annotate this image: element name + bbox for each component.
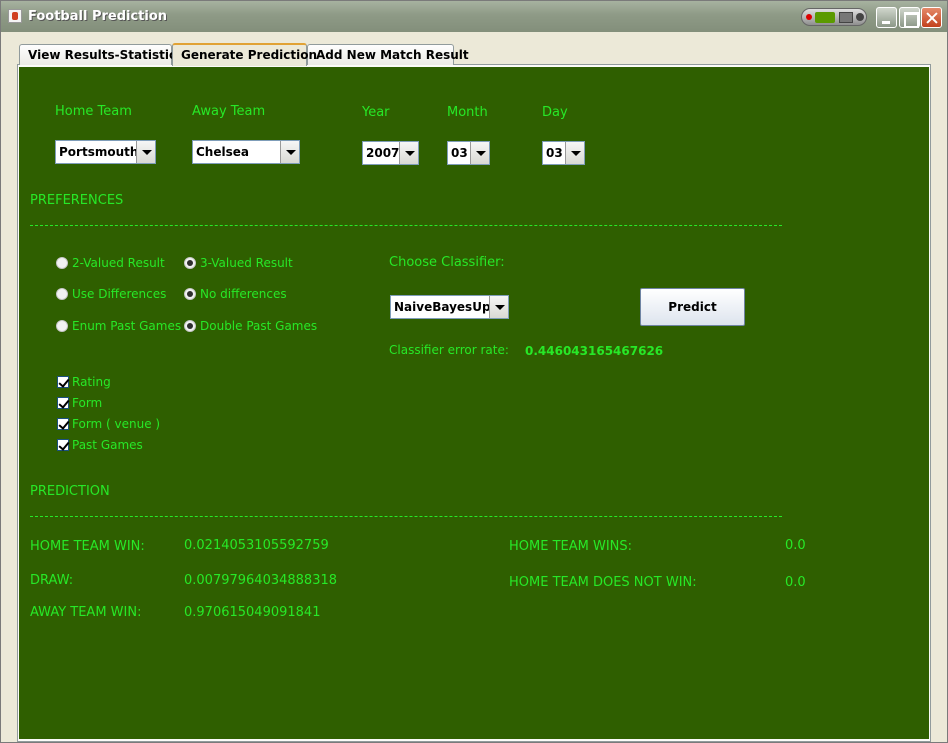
tab-add-match-result[interactable]: Add New Match Result [307,44,469,65]
tab-view-results[interactable]: View Results-Statistics [19,44,183,65]
classifier-value: NaiveBayesUp... [394,300,505,314]
choose-classifier-label: Choose Classifier: [389,255,505,270]
checkbox-past-games[interactable] [57,439,69,451]
chevron-down-icon[interactable] [399,142,418,164]
home-team-not-win-value: 0.0 [785,575,806,590]
radio-double-past-games-label[interactable]: Double Past Games [200,319,317,333]
month-select[interactable]: 03 [447,141,490,165]
app-window: Football Prediction View Results-Statist… [0,0,948,743]
home-team-label: Home Team [55,104,132,119]
radio-use-differences-label[interactable]: Use Differences [72,287,166,301]
checkbox-past-games-label[interactable]: Past Games [72,438,143,452]
end-knob-icon [856,13,864,21]
day-select[interactable]: 03 [542,141,585,165]
home-team-win-label: HOME TEAM WIN: [30,539,145,554]
minimize-button[interactable] [876,7,897,28]
home-team-wins-label: HOME TEAM WINS: [509,539,633,554]
home-team-win-value: 0.0214053105592759 [184,538,329,553]
month-label: Month [447,105,488,120]
record-dot-icon [806,14,812,20]
radio-no-differences-label[interactable]: No differences [200,287,287,301]
radio-3-valued[interactable] [184,257,196,269]
radio-double-past-games[interactable] [184,320,196,332]
chevron-down-icon[interactable] [489,296,508,318]
away-team-label: Away Team [192,104,266,119]
day-value: 03 [546,146,563,160]
prediction-panel: Home Team Away Team Year Month Day Ports… [19,67,929,739]
checkbox-form[interactable] [57,397,69,409]
radio-no-differences[interactable] [184,288,196,300]
monitor-icon [839,12,853,23]
radio-3-valued-label[interactable]: 3-Valued Result [200,256,293,270]
title-bar[interactable]: Football Prediction [1,1,947,32]
away-team-select[interactable]: Chelsea [192,140,300,164]
gpu-tray-widget[interactable] [801,8,867,26]
prediction-divider [30,516,782,517]
chevron-down-icon[interactable] [280,141,299,163]
chevron-down-icon[interactable] [470,142,489,164]
home-team-select[interactable]: Portsmouth [55,140,156,164]
classifier-select[interactable]: NaiveBayesUp... [390,295,509,319]
away-team-win-value: 0.970615049091841 [184,605,321,620]
day-label: Day [542,105,568,120]
year-value: 2007 [366,146,400,160]
chevron-down-icon[interactable] [565,142,584,164]
prediction-heading: PREDICTION [30,484,110,499]
home-team-not-win-label: HOME TEAM DOES NOT WIN: [509,575,697,590]
checkbox-form-venue-label[interactable]: Form ( venue ) [72,417,160,431]
predict-button[interactable]: Predict [640,288,745,326]
checkbox-rating[interactable] [57,376,69,388]
home-team-wins-value: 0.0 [785,538,806,553]
window-title: Football Prediction [28,9,168,24]
java-app-icon [8,9,22,23]
nvidia-eye-icon [815,12,835,23]
home-team-value: Portsmouth [59,145,139,159]
checkbox-rating-label[interactable]: Rating [72,375,111,389]
close-button[interactable] [921,7,942,28]
maximize-button[interactable] [899,7,920,28]
radio-enum-past-games-label[interactable]: Enum Past Games [72,319,181,333]
preferences-heading: PREFERENCES [30,193,124,208]
draw-label: DRAW: [30,573,74,588]
checkbox-form-venue[interactable] [57,418,69,430]
radio-2-valued-label[interactable]: 2-Valued Result [72,256,165,270]
year-label: Year [362,105,390,120]
classifier-error-rate-value: 0.446043165467626 [525,344,664,358]
radio-2-valued[interactable] [56,257,68,269]
tab-generate-prediction[interactable]: Generate Prediction [172,43,317,66]
chevron-down-icon[interactable] [136,141,155,163]
month-value: 03 [451,146,468,160]
away-team-win-label: AWAY TEAM WIN: [30,605,142,620]
radio-enum-past-games[interactable] [56,320,68,332]
away-team-value: Chelsea [196,145,249,159]
preferences-divider [30,225,782,226]
draw-value: 0.00797964034888318 [184,573,338,588]
radio-use-differences[interactable] [56,288,68,300]
checkbox-form-label[interactable]: Form [72,396,102,410]
year-select[interactable]: 2007 [362,141,419,165]
classifier-error-rate-label: Classifier error rate: [389,343,509,357]
